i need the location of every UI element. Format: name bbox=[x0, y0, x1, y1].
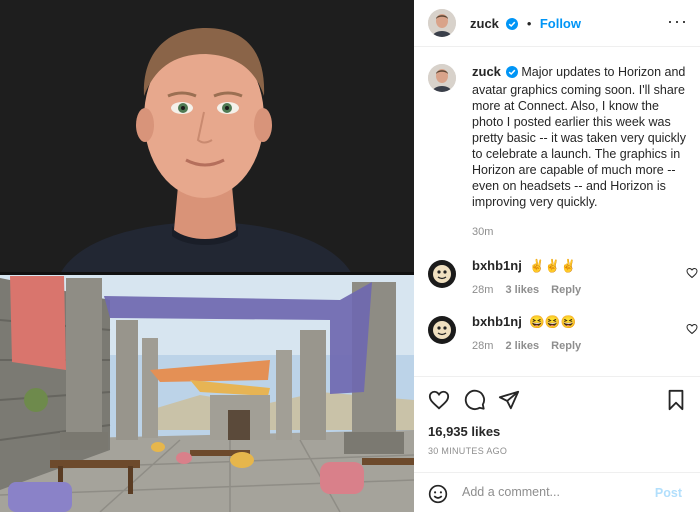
comment-meta: 28m 3 likes Reply bbox=[472, 284, 590, 296]
header-meta: zuck • Follow bbox=[470, 15, 581, 35]
comment-line: bxhb1nj ✌️✌️✌️ bbox=[472, 258, 576, 274]
caption-text-block: zuck Major updates to Horizon and avatar… bbox=[472, 64, 692, 210]
heart-icon[interactable] bbox=[686, 266, 698, 284]
comment-time: 28m bbox=[472, 284, 494, 296]
author-avatar[interactable] bbox=[428, 9, 456, 37]
verified-badge-icon bbox=[506, 17, 519, 35]
comment-input[interactable] bbox=[462, 481, 642, 503]
comment-item: bxhb1nj ✌️✌️✌️ 28m 3 likes Reply bbox=[428, 258, 698, 298]
post-header: zuck • Follow ··· bbox=[414, 0, 700, 47]
author-username[interactable]: zuck bbox=[470, 16, 499, 31]
post-media[interactable] bbox=[0, 0, 414, 512]
comment-text: ✌️✌️✌️ bbox=[529, 259, 577, 273]
likes-count[interactable]: 16,935 likes bbox=[428, 424, 500, 439]
like-heart-icon[interactable] bbox=[428, 389, 450, 416]
commenter-avatar-image bbox=[428, 260, 456, 288]
comment-text: 😆😆😆 bbox=[529, 315, 577, 329]
caption-time: 30m bbox=[472, 226, 494, 238]
comment-composer: Post bbox=[414, 472, 700, 513]
commenter-avatar[interactable] bbox=[428, 260, 456, 288]
smiley-emoji-icon[interactable] bbox=[428, 484, 448, 509]
more-options-icon[interactable]: ··· bbox=[667, 12, 688, 30]
paper-plane-icon[interactable] bbox=[498, 389, 520, 416]
commenter-avatar[interactable] bbox=[428, 316, 456, 344]
caption-avatar[interactable] bbox=[428, 64, 456, 92]
caption-text: Major updates to Horizon and avatar grap… bbox=[472, 65, 686, 209]
post-timestamp: 30 MINUTES AGO bbox=[428, 446, 508, 456]
comment-likes[interactable]: 3 likes bbox=[505, 284, 539, 296]
author-avatar-image bbox=[428, 9, 456, 37]
heart-icon[interactable] bbox=[686, 322, 698, 340]
comment-item: bxhb1nj 😆😆😆 28m 2 likes Reply bbox=[428, 314, 698, 354]
comment-bubble-icon[interactable] bbox=[464, 389, 486, 416]
action-bar bbox=[414, 376, 700, 421]
caption-avatar-image bbox=[428, 64, 456, 92]
reply-button[interactable]: Reply bbox=[551, 340, 581, 352]
comment-line: bxhb1nj 😆😆😆 bbox=[472, 314, 576, 330]
post-button[interactable]: Post bbox=[655, 486, 682, 500]
post-image bbox=[0, 0, 414, 512]
verified-badge-icon bbox=[505, 66, 518, 82]
comment-time: 28m bbox=[472, 340, 494, 352]
follow-button[interactable]: Follow bbox=[540, 16, 581, 31]
comment-meta: 28m 2 likes Reply bbox=[472, 340, 590, 352]
post-details-panel: zuck • Follow ··· zuck Major updates to … bbox=[414, 0, 700, 512]
comment-likes[interactable]: 2 likes bbox=[505, 340, 539, 352]
caption-username[interactable]: zuck bbox=[472, 64, 501, 79]
reply-button[interactable]: Reply bbox=[551, 284, 581, 296]
comment-username[interactable]: bxhb1nj bbox=[472, 258, 522, 273]
commenter-avatar-image bbox=[428, 316, 456, 344]
bookmark-icon[interactable] bbox=[666, 389, 686, 416]
comment-username[interactable]: bxhb1nj bbox=[472, 314, 522, 329]
separator-dot: • bbox=[526, 16, 532, 31]
